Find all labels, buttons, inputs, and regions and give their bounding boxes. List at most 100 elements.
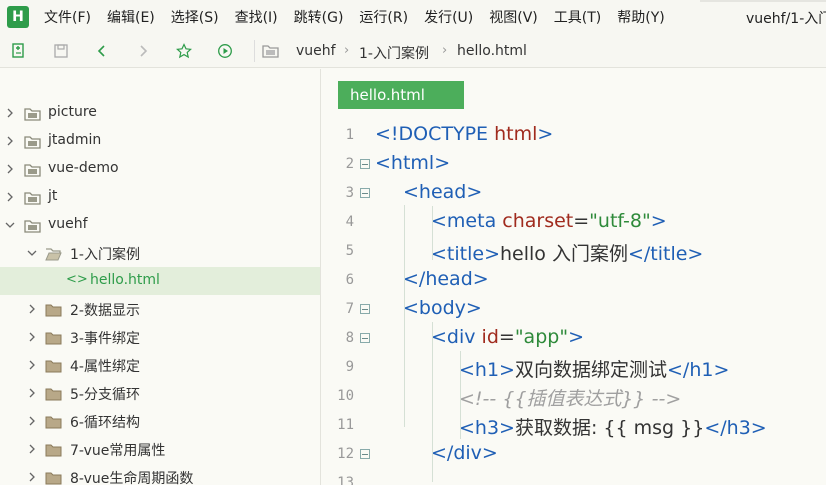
code-line: 4 <meta charset="utf-8"> [322, 208, 826, 237]
folder-icon [24, 106, 41, 121]
tree-item-branch-loop[interactable]: 5-分支循环 [0, 379, 320, 407]
breadcrumb-file[interactable]: hello.html [457, 43, 527, 59]
chevron-right-icon[interactable] [27, 304, 37, 314]
new-file-icon[interactable] [10, 42, 28, 60]
tree-item-label: 6-循环结构 [70, 415, 140, 431]
tree-item-intro-case[interactable]: 1-入门案例 [0, 239, 320, 267]
code-line: 10 <!-- {{插值表达式}} --> [322, 382, 826, 411]
project-explorer: picture jtadmin vue-demo jt vuehf 1-入门案例… [0, 69, 321, 485]
line-number: 5 [345, 243, 354, 259]
code-line: 1 <!DOCTYPE html> [322, 121, 826, 150]
tree-item-label: vue-demo [48, 160, 119, 176]
menu-select[interactable]: 选择(S) [171, 7, 219, 27]
line-number: 12 [337, 446, 354, 462]
tree-item-event-binding[interactable]: 3-事件绑定 [0, 323, 320, 351]
line-number: 2 [345, 156, 354, 172]
run-icon[interactable] [216, 42, 234, 60]
tree-item-loop-structure[interactable]: 6-循环结构 [0, 407, 320, 435]
window-title: vuehf/1-入门 [746, 11, 826, 27]
star-icon[interactable] [175, 42, 193, 60]
code-line: 11 <h3>获取数据: {{ msg }}</h3> [322, 411, 826, 440]
code-line: 6 </head> [322, 266, 826, 295]
chevron-right-icon[interactable] [5, 136, 15, 146]
line-number: 11 [337, 417, 354, 433]
chevron-right-icon[interactable] [27, 472, 37, 482]
breadcrumb-separator-icon: › [442, 43, 448, 58]
tree-item-label: vuehf [48, 216, 88, 232]
breadcrumb-separator-icon: › [344, 43, 350, 58]
menu-tools[interactable]: 工具(T) [554, 7, 601, 27]
folder-icon [24, 162, 41, 177]
chevron-down-icon[interactable] [27, 248, 37, 258]
tree-item-vue-common-props[interactable]: 7-vue常用属性 [0, 435, 320, 463]
code-text: <head> [403, 181, 483, 203]
tree-item-label: 5-分支循环 [70, 387, 140, 403]
back-arrow-icon[interactable] [93, 42, 111, 60]
fold-toggle-icon[interactable] [360, 159, 370, 169]
breadcrumb-folder[interactable]: 1-入门案例 [359, 43, 429, 63]
chevron-right-icon[interactable] [27, 444, 37, 454]
code-line: 8 <div id="app"> [322, 324, 826, 353]
tree-item-label: jt [48, 188, 58, 204]
chevron-right-icon[interactable] [5, 164, 15, 174]
folder-icon [24, 134, 41, 149]
tree-item-vuehf[interactable]: vuehf [0, 211, 320, 239]
code-line: 7 <body> [322, 295, 826, 324]
line-number: 1 [345, 127, 354, 143]
code-text: <title>hello 入门案例</title> [431, 243, 704, 265]
tree-item-jtadmin[interactable]: jtadmin [0, 127, 320, 155]
menu-find[interactable]: 查找(I) [235, 7, 278, 27]
code-editor[interactable]: hello.html 1 <!DOCTYPE html> 2 <html> 3 … [322, 69, 826, 485]
tree-item-label: hello.html [90, 272, 160, 288]
tree-item-vue-demo[interactable]: vue-demo [0, 155, 320, 183]
chevron-right-icon[interactable] [27, 388, 37, 398]
toolbar-separator [254, 40, 255, 62]
line-number: 13 [337, 475, 354, 485]
tree-item-picture[interactable]: picture [0, 99, 320, 127]
menu-edit[interactable]: 编辑(E) [107, 7, 155, 27]
chevron-right-icon[interactable] [5, 108, 15, 118]
menu-bar: H 文件(F) 编辑(E) 选择(S) 查找(I) 跳转(G) 运行(R) 发行… [0, 0, 826, 34]
tree-item-hello-html[interactable]: <> hello.html [0, 267, 320, 295]
code-text: </head> [403, 268, 489, 290]
line-number: 10 [337, 388, 354, 404]
fold-toggle-icon[interactable] [360, 333, 370, 343]
folder-icon [45, 470, 62, 485]
chevron-right-icon[interactable] [27, 416, 37, 426]
folder-open-icon [45, 246, 62, 261]
code-text: </div> [431, 442, 498, 464]
menu-publish[interactable]: 发行(U) [424, 7, 473, 27]
tree-item-label: picture [48, 104, 97, 120]
fold-toggle-icon[interactable] [360, 188, 370, 198]
chevron-right-icon[interactable] [5, 192, 15, 202]
fold-toggle-icon[interactable] [360, 449, 370, 459]
code-text: <div id="app"> [431, 326, 584, 348]
breadcrumb-project[interactable]: vuehf [296, 43, 336, 59]
menu-file[interactable]: 文件(F) [44, 7, 91, 27]
line-number: 4 [345, 214, 354, 230]
tree-item-label: 2-数据显示 [70, 303, 140, 319]
tree-item-attribute-binding[interactable]: 4-属性绑定 [0, 351, 320, 379]
tree-item-data-display[interactable]: 2-数据显示 [0, 295, 320, 323]
tree-item-jt[interactable]: jt [0, 183, 320, 211]
save-icon[interactable] [52, 42, 70, 60]
tab-hello-html[interactable]: hello.html [338, 81, 464, 109]
chevron-right-icon[interactable] [27, 332, 37, 342]
chevron-down-icon[interactable] [5, 220, 15, 230]
code-line: 12 </div> [322, 440, 826, 469]
title-divider [700, 0, 826, 2]
tree-item-label: 3-事件绑定 [70, 331, 140, 347]
folder-icon [24, 218, 41, 233]
folder-icon [45, 386, 62, 401]
fold-toggle-icon[interactable] [360, 304, 370, 314]
tree-item-label: 4-属性绑定 [70, 359, 140, 375]
menu-help[interactable]: 帮助(Y) [617, 7, 664, 27]
tree-item-vue-lifecycle[interactable]: 8-vue生命周期函数 [0, 463, 320, 485]
menu-view[interactable]: 视图(V) [489, 7, 538, 27]
forward-arrow-icon[interactable] [134, 42, 152, 60]
chevron-right-icon[interactable] [27, 360, 37, 370]
code-line: 2 <html> [322, 150, 826, 179]
menu-goto[interactable]: 跳转(G) [294, 7, 344, 27]
menu-run[interactable]: 运行(R) [359, 7, 408, 27]
code-line: 5 <title>hello 入门案例</title> [322, 237, 826, 266]
